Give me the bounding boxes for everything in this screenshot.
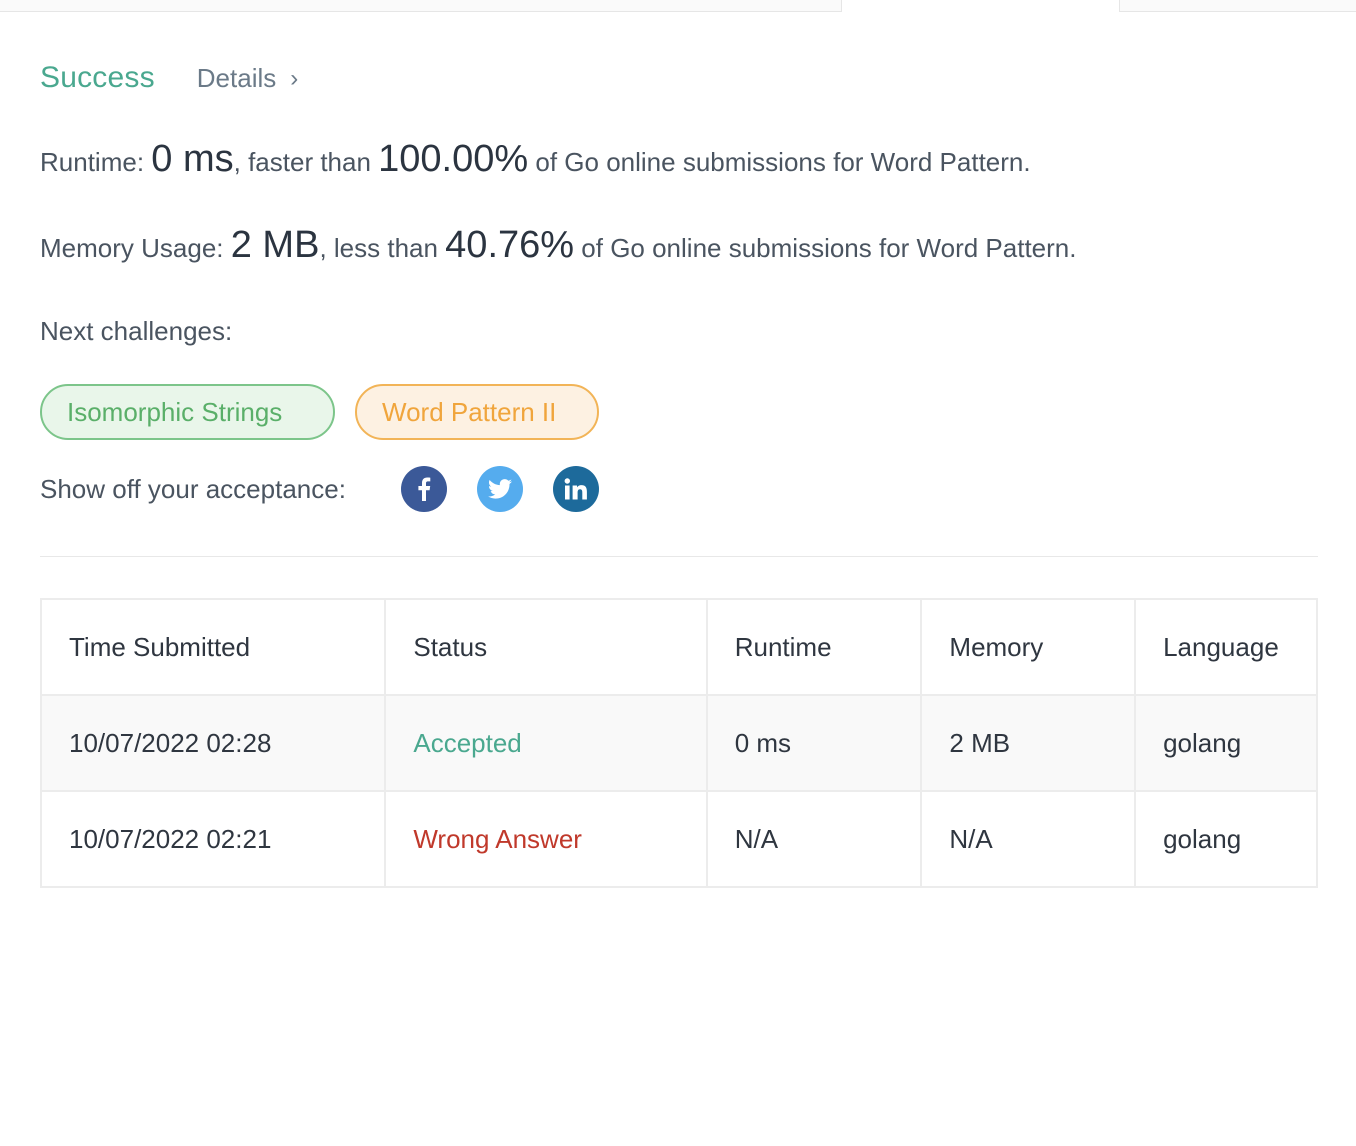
memory-percent: 40.76% <box>445 224 575 266</box>
table-row: 10/07/2022 02:21 Wrong Answer N/A N/A go… <box>39 790 1318 888</box>
cell-language: golang <box>1134 790 1318 888</box>
result-header: Success Details › <box>40 58 298 98</box>
cell-runtime: N/A <box>705 790 923 888</box>
header-runtime: Runtime <box>705 598 923 696</box>
challenge-word-pattern-ii[interactable]: Word Pattern II <box>355 384 599 440</box>
cell-memory: N/A <box>920 790 1137 888</box>
share-row: Show off your acceptance: <box>40 466 629 512</box>
header-time-submitted: Time Submitted <box>39 598 387 696</box>
next-challenges-list: Isomorphic Strings Word Pattern II <box>40 384 599 440</box>
memory-comparison: , less than <box>319 233 446 263</box>
challenge-isomorphic-strings[interactable]: Isomorphic Strings <box>40 384 335 440</box>
status-link-wrong-answer[interactable]: Wrong Answer <box>413 824 582 854</box>
facebook-icon[interactable] <box>400 466 447 512</box>
header-memory: Memory <box>920 598 1137 696</box>
next-challenges-label: Next challenges: <box>40 316 233 346</box>
memory-value: 2 MB <box>230 224 320 266</box>
runtime-percent: 100.00% <box>378 138 529 180</box>
runtime-label: Runtime: <box>40 147 152 177</box>
memory-stat: Memory Usage: 2 MB, less than 40.76% of … <box>40 224 1076 267</box>
share-label: Show off your acceptance: <box>40 473 346 504</box>
social-buttons <box>400 466 629 512</box>
memory-label: Memory Usage: <box>40 233 231 263</box>
cell-time: 10/07/2022 02:21 <box>39 790 387 888</box>
linkedin-icon[interactable] <box>552 466 599 512</box>
tab-other[interactable] <box>1119 0 1356 12</box>
table-row: 10/07/2022 02:28 Accepted 0 ms 2 MB gola… <box>39 694 1318 792</box>
submissions-table: Time Submitted Status Runtime Memory Lan… <box>39 598 1318 888</box>
section-divider <box>40 556 1318 557</box>
runtime-comparison: , faster than <box>233 147 379 177</box>
chevron-right-icon: › <box>290 65 299 92</box>
tab-strip <box>0 0 1356 12</box>
cell-memory: 2 MB <box>920 694 1137 792</box>
header-status: Status <box>384 598 708 696</box>
runtime-suffix: of Go online submissions for Word Patter… <box>528 147 1031 177</box>
status-link-accepted[interactable]: Accepted <box>413 728 521 758</box>
cell-runtime: 0 ms <box>705 694 923 792</box>
result-status: Success <box>40 61 155 94</box>
cell-status: Wrong Answer <box>384 790 708 888</box>
details-link[interactable]: Details › <box>197 63 298 94</box>
cell-status: Accepted <box>384 694 708 792</box>
memory-suffix: of Go online submissions for Word Patter… <box>574 233 1077 263</box>
table-header-row: Time Submitted Status Runtime Memory Lan… <box>39 598 1318 696</box>
cell-time: 10/07/2022 02:28 <box>39 694 387 792</box>
runtime-stat: Runtime: 0 ms, faster than 100.00% of Go… <box>40 138 1031 181</box>
details-label: Details <box>196 62 277 93</box>
tab-description[interactable] <box>0 0 842 12</box>
cell-language: golang <box>1134 694 1318 792</box>
runtime-value: 0 ms <box>151 138 234 180</box>
tab-submissions[interactable] <box>842 0 1119 12</box>
twitter-icon[interactable] <box>476 466 523 512</box>
header-language: Language <box>1134 598 1318 696</box>
